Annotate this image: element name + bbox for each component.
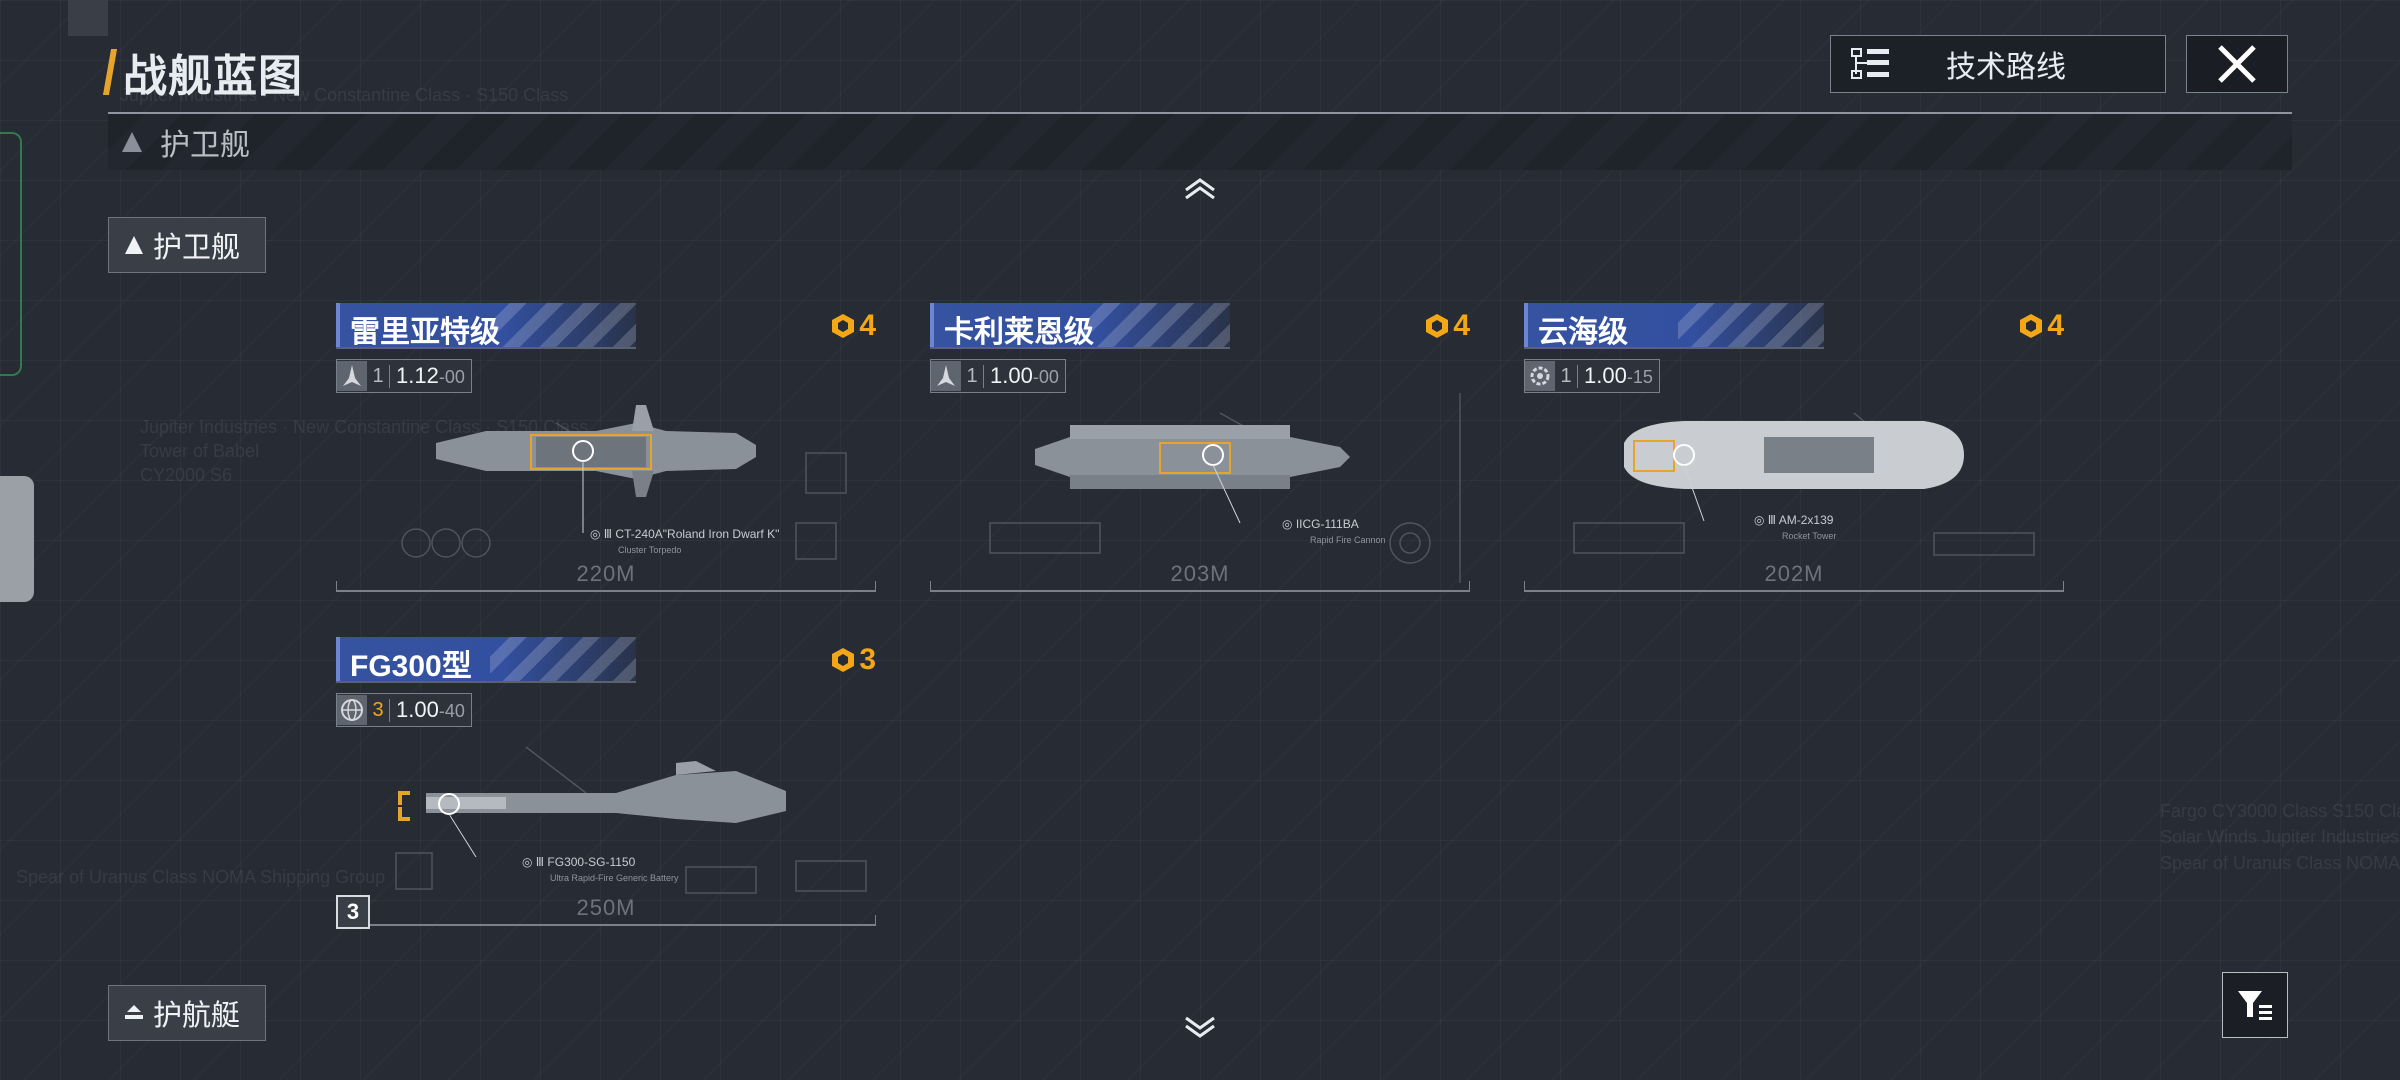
corvette-icon xyxy=(125,1005,143,1019)
background-text: Spear of Uranus Class NOMA Shipping xyxy=(2160,853,2400,873)
ship-name-bar: 雷里亚特级 xyxy=(336,303,636,349)
category-label: 护卫舰 xyxy=(153,232,241,264)
ship-blueprint: ◎ IICG-111BA Rapid Fire Cannon 203M xyxy=(930,393,1470,593)
ship-multiplier: 1.00-00 xyxy=(984,363,1065,389)
weapon-label: ◎ Ⅲ CT-240A"Roland Iron Dwarf K" xyxy=(590,527,780,541)
globe-icon xyxy=(337,695,367,725)
side-drawer-handle[interactable] xyxy=(0,476,34,602)
ship-name: 卡利莱恩级 xyxy=(944,316,1094,349)
scroll-down-icon[interactable] xyxy=(1182,1016,1218,1040)
ship-card[interactable]: 卡利莱恩级 4 1 1.00-00 ◎ IICG-111BA Rapid Fir… xyxy=(930,303,1470,603)
tech-tree-icon xyxy=(1851,48,1889,79)
weapon-label: ◎ IICG-111BA xyxy=(1282,517,1359,531)
ship-card[interactable]: 云海级 4 1 1.00-15 ◎ Ⅲ AM-2x139 Rocket Towe… xyxy=(1524,303,2064,603)
ship-stats: 1 1.00-00 xyxy=(930,359,1066,393)
ship-multiplier: 1.00-15 xyxy=(1578,363,1659,389)
ship-cost-value: 4 xyxy=(2047,309,2064,342)
weapon-name: FG300-SG-1150 xyxy=(547,855,636,869)
multiplier-sub: -15 xyxy=(1626,367,1653,387)
owned-count-badge: 3 xyxy=(336,895,370,929)
blueprint-cost-icon xyxy=(2020,314,2043,338)
filter-button[interactable] xyxy=(2222,972,2288,1038)
ship-blueprint: ◎ Ⅲ AM-2x139 Rocket Tower 202M xyxy=(1524,393,2064,593)
weapon-label: ◎ Ⅲ FG300-SG-1150 xyxy=(522,855,636,869)
multiplier-main: 1.00 xyxy=(990,363,1033,388)
section-header-bar[interactable]: 护卫舰 xyxy=(108,114,2292,170)
category-label: 护航艇 xyxy=(153,1000,241,1032)
ship-tier: 3 xyxy=(367,698,390,722)
ship-cost: 4 xyxy=(1423,309,1470,343)
filter-icon xyxy=(2238,991,2272,1020)
background-text: Fargo CY3000 Class S150 Class xyxy=(2160,801,2400,821)
page-title: 战舰蓝图 xyxy=(102,40,303,104)
ship-name-bar: FG300型 xyxy=(336,637,636,683)
scale-ruler xyxy=(336,915,876,926)
section-header-label: 护卫舰 xyxy=(160,129,250,162)
multiplier-main: 1.00 xyxy=(396,697,439,722)
ship-multiplier: 1.00-40 xyxy=(390,697,471,723)
fighter-icon xyxy=(337,361,367,391)
weapon-name: AM-2x139 xyxy=(1778,513,1834,527)
ship-cost-value: 4 xyxy=(1453,309,1470,342)
ship-name-bar: 卡利莱恩级 xyxy=(930,303,1230,349)
ship-tier: 1 xyxy=(1555,364,1578,388)
ship-name: 云海级 xyxy=(1538,316,1628,349)
multiplier-main: 1.12 xyxy=(396,363,439,388)
gear-icon xyxy=(1525,361,1555,391)
ship-cost: 4 xyxy=(829,309,876,343)
tech-route-button[interactable]: 技术路线 xyxy=(1830,35,2166,93)
multiplier-main: 1.00 xyxy=(1584,363,1627,388)
multiplier-sub: -00 xyxy=(1032,367,1059,387)
multiplier-sub: -40 xyxy=(438,701,465,721)
background-text: Tower of Babel xyxy=(140,441,260,461)
background-text: CY2000 S6 xyxy=(140,465,233,485)
ship-name-bar: 云海级 xyxy=(1524,303,1824,349)
scale-ruler xyxy=(930,581,1470,592)
weapon-sub: Rapid Fire Cannon xyxy=(1310,535,1386,545)
blueprint-cost-icon xyxy=(1426,314,1449,338)
tech-route-label: 技术路线 xyxy=(1946,51,2066,84)
ship-multiplier: 1.12-00 xyxy=(390,363,471,389)
weapon-sub: Rocket Tower xyxy=(1782,531,1837,541)
ship-cost-value: 3 xyxy=(859,643,876,676)
ship-stats: 1 1.00-15 xyxy=(1524,359,1660,393)
weapon-label: ◎ Ⅲ AM-2x139 xyxy=(1754,513,1834,527)
weapon-sub: Ultra Rapid-Fire Generic Battery xyxy=(550,873,679,883)
ship-name: 雷里亚特级 xyxy=(350,316,500,349)
background-text: Spear of Uranus Class NOMA Shipping Grou… xyxy=(16,867,386,887)
background-text: Solar Winds Jupiter Industries xyxy=(2160,827,2400,847)
weapon-sub: Cluster Torpedo xyxy=(618,545,682,555)
scale-ruler xyxy=(336,581,876,592)
scroll-up-icon[interactable] xyxy=(1182,176,1218,200)
ship-tier: 1 xyxy=(367,364,390,388)
ship-cost: 3 xyxy=(829,643,876,677)
category-frigate[interactable]: 护卫舰 xyxy=(108,217,266,273)
corner-marker xyxy=(68,0,108,36)
close-button[interactable] xyxy=(2186,35,2288,93)
ship-cost-value: 4 xyxy=(859,309,876,342)
ship-blueprint: ◎ Ⅲ CT-240A"Roland Iron Dwarf K" Cluster… xyxy=(336,393,876,593)
ship-cost: 4 xyxy=(2017,309,2064,343)
weapon-name: IICG-111BA xyxy=(1295,517,1359,531)
close-icon xyxy=(2218,45,2256,83)
fighter-icon xyxy=(931,361,961,391)
scale-ruler xyxy=(1524,581,2064,592)
blueprint-cost-icon xyxy=(832,648,855,672)
frigate-icon xyxy=(125,236,143,254)
ship-card[interactable]: FG300型 3 3 1.00-40 ◎ Ⅲ FG300-SG-1150 Ult xyxy=(336,637,876,937)
blueprint-cost-icon xyxy=(832,314,855,338)
ship-stats: 3 1.00-40 xyxy=(336,693,472,727)
ship-stats: 1 1.12-00 xyxy=(336,359,472,393)
ship-tier: 1 xyxy=(961,364,984,388)
ship-card[interactable]: 雷里亚特级 4 1 1.12-00 ◎ Ⅲ CT-240A"Roland Iro… xyxy=(336,303,876,603)
ship-blueprint: ◎ Ⅲ FG300-SG-1150 Ultra Rapid-Fire Gener… xyxy=(336,727,876,927)
weapon-name: CT-240A"Roland Iron Dwarf K" xyxy=(615,527,780,541)
page-title-text: 战舰蓝图 xyxy=(123,52,303,101)
ship-name: FG300型 xyxy=(350,650,472,683)
category-corvette[interactable]: 护航艇 xyxy=(108,985,266,1041)
frigate-icon xyxy=(122,132,142,152)
side-panel-tab[interactable] xyxy=(0,132,22,376)
multiplier-sub: -00 xyxy=(438,367,465,387)
